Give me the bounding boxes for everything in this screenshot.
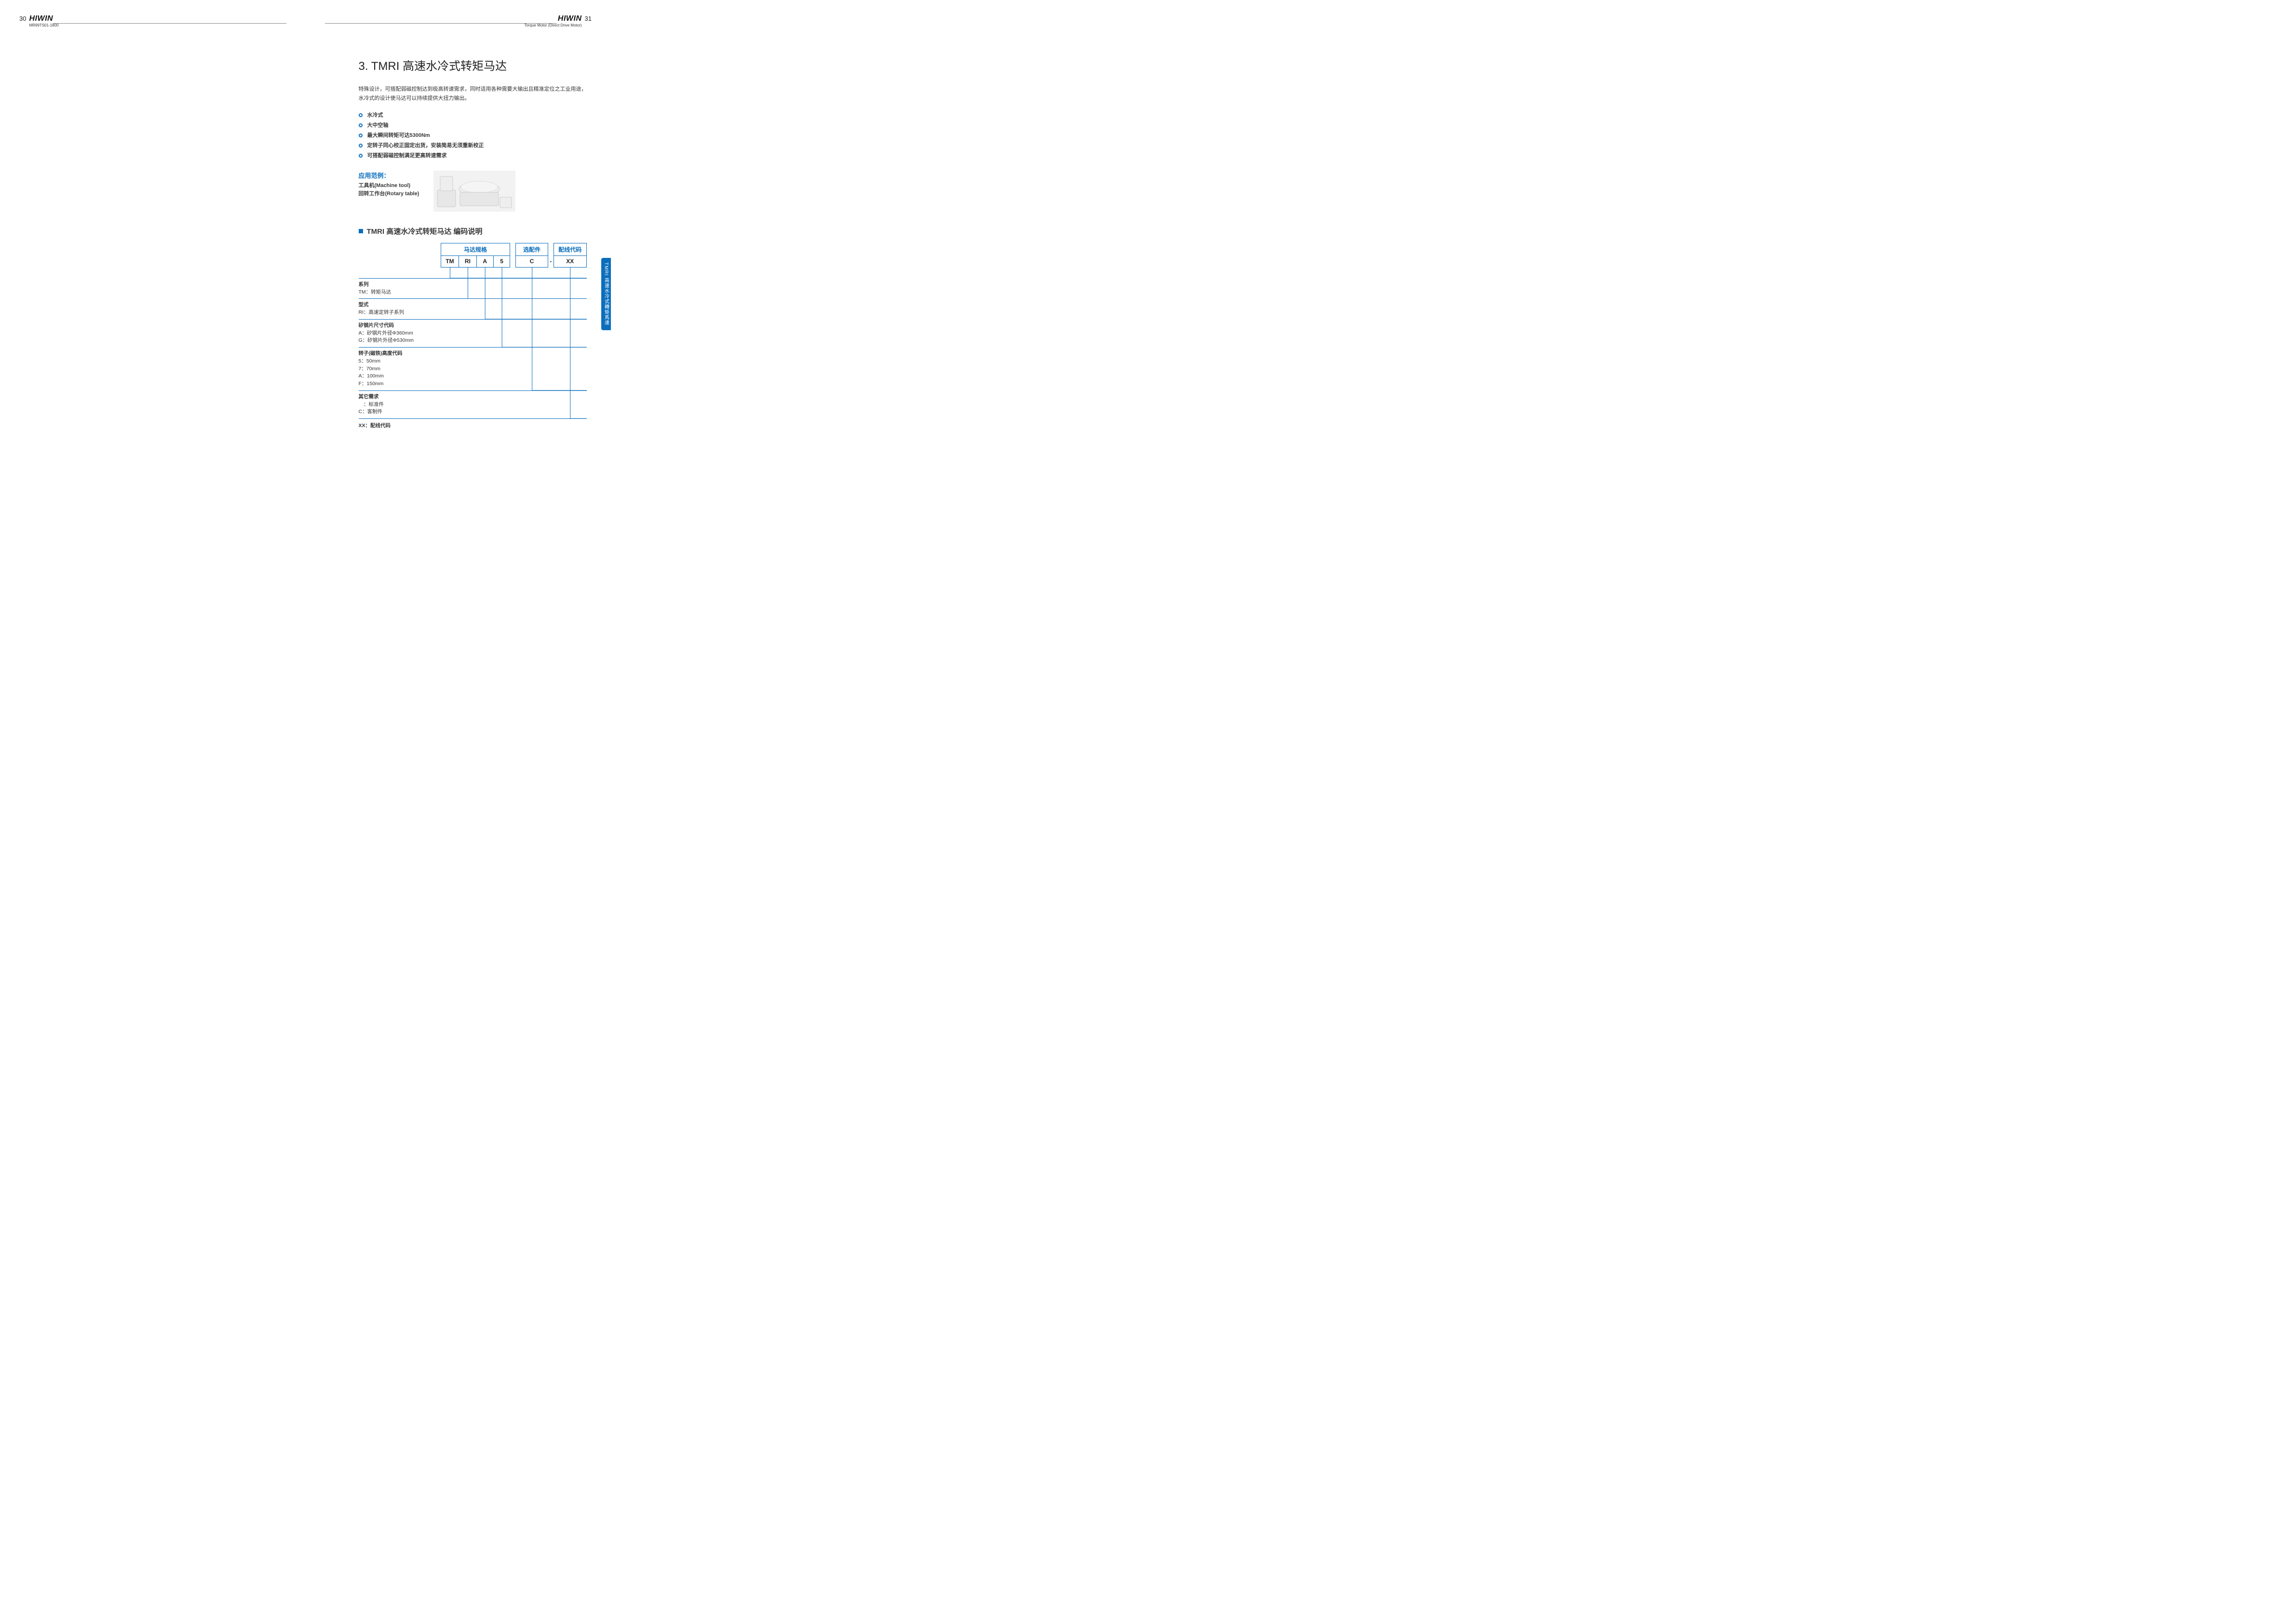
- brand-sub-right: Torque Motor (Direct Drive Motor): [524, 23, 581, 27]
- code-c: C: [516, 255, 548, 267]
- right-page: HIWIN Torque Motor (Direct Drive Motor) …: [306, 0, 611, 432]
- header-right: HIWIN Torque Motor (Direct Drive Motor) …: [325, 14, 592, 27]
- code-a: A: [476, 255, 493, 267]
- code-ri: RI: [459, 255, 476, 267]
- feature-item: 定转子同心校正固定出货，安装简易无须重新校正: [359, 141, 587, 151]
- th-spec: 马达规格: [441, 243, 510, 255]
- brand-right: HIWIN: [524, 14, 581, 23]
- side-tab: TMRI 高速水冷式轉矩馬達: [601, 258, 611, 330]
- coding-subheading: TMRI 高速水冷式转矩马达 编码说明: [359, 226, 587, 236]
- th-option: 选配件: [516, 243, 548, 255]
- application-item: 回转工作台(Rotary table): [359, 190, 419, 199]
- intro-text: 特殊设计，可搭配弱磁控制达到极高转速需求，同时适用各种需要大输出且精准定位之工业…: [359, 85, 587, 103]
- header-left: 30 HIWIN MR99TS01-1800: [19, 14, 286, 27]
- brand-sub-left: MR99TS01-1800: [29, 23, 58, 27]
- page-number-left: 30: [19, 15, 26, 22]
- code-table: 马达规格 选配件 配线代码 TM RI A 5 C: [441, 243, 587, 268]
- feature-item: 水冷式: [359, 110, 587, 121]
- section-title: 3. TMRI 高速水冷式转矩马达: [359, 56, 587, 73]
- code-xx: XX: [554, 255, 586, 267]
- page-number-right: 31: [585, 15, 592, 22]
- header-rule-left: [53, 23, 286, 24]
- explain-other: 其它需求 ：标准件 C：客制件: [359, 390, 587, 418]
- left-page: 30 HIWIN MR99TS01-1800: [0, 0, 306, 432]
- explain-type: 型式 RI：高速定转子系列: [359, 298, 587, 319]
- code-tm: TM: [441, 255, 459, 267]
- applications-row: 应用范例： 工具机(Machine tool) 回转工作台(Rotary tab…: [359, 171, 587, 212]
- rotary-table-image: [433, 171, 515, 212]
- explain-list: 系列 TM：转矩马达 型式 RI：高速定转子系列 矽钢片尺寸代码 A：矽钢片外径…: [359, 278, 587, 432]
- explain-series: 系列 TM：转矩马达: [359, 278, 587, 299]
- explain-size: 矽钢片尺寸代码 A：矽钢片外径Φ360mm G：矽钢片外径Φ530mm: [359, 319, 587, 347]
- th-wire: 配线代码: [554, 243, 586, 255]
- brand-left: HIWIN: [29, 14, 58, 23]
- code-table-wrap: 马达规格 选配件 配线代码 TM RI A 5 C: [441, 243, 587, 268]
- explain-rotor: 转子(磁铁)高度代码 5：50mm 7：70mm A：100mm F：150mm: [359, 347, 587, 390]
- code-dash: -: [548, 255, 554, 267]
- header-rule-right: [325, 23, 557, 24]
- application-item: 工具机(Machine tool): [359, 182, 419, 190]
- code-5: 5: [493, 255, 510, 267]
- feature-item: 可搭配弱磁控制满足更高转速需求: [359, 151, 587, 161]
- feature-item: 大中空轴: [359, 121, 587, 131]
- feature-list: 水冷式 大中空轴 最大瞬间转矩可达5300Nm 定转子同心校正固定出货，安装简易…: [359, 110, 587, 161]
- feature-item: 最大瞬间转矩可达5300Nm: [359, 131, 587, 141]
- explain-wire: XX：配线代码: [359, 418, 587, 432]
- applications-heading: 应用范例：: [359, 171, 419, 180]
